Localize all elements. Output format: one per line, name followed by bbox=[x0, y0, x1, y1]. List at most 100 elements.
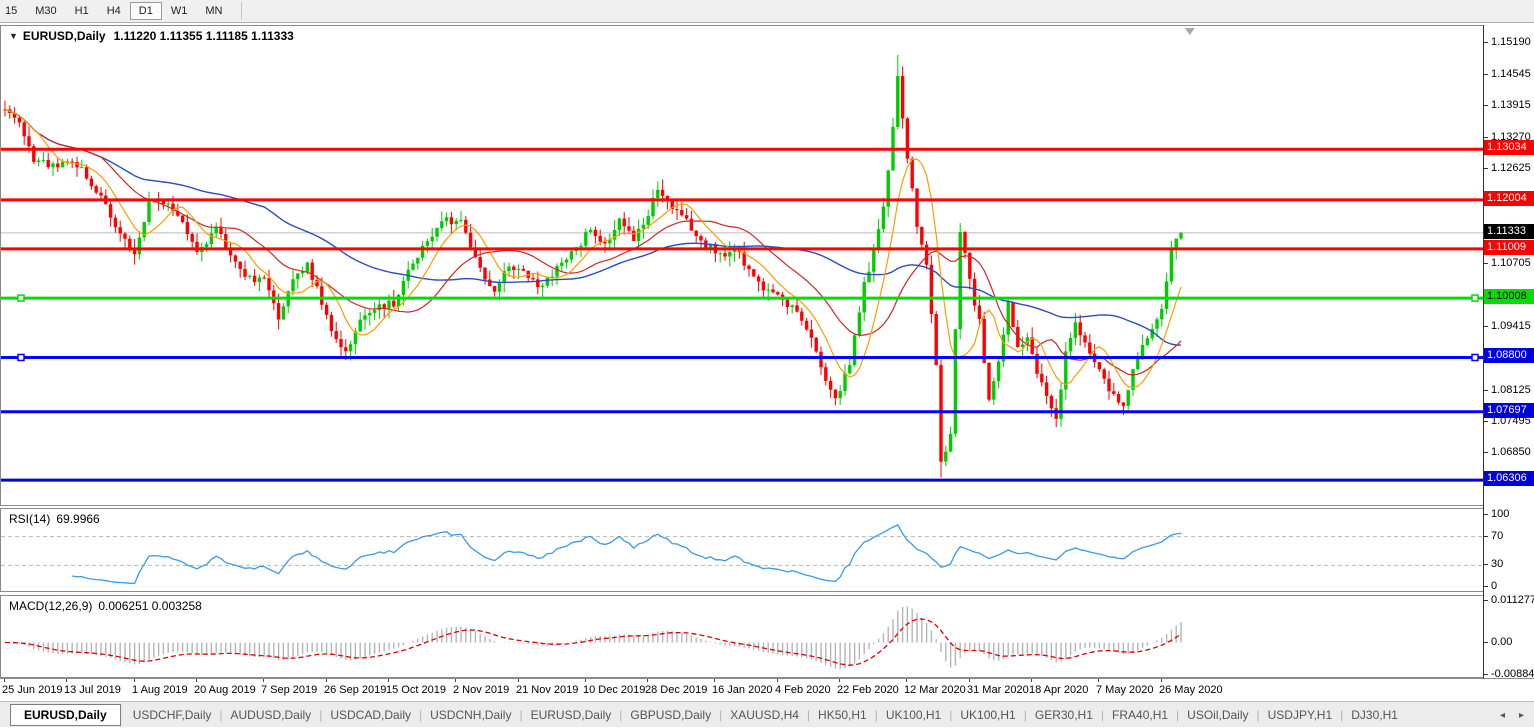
timeframe-button-15[interactable]: 15 bbox=[0, 2, 26, 20]
tab-scroll-left-icon[interactable]: ◂ bbox=[1500, 710, 1505, 721]
price-badge-1.07697: 1.07697 bbox=[1484, 403, 1534, 418]
date-label: 15 Oct 2019 bbox=[386, 684, 446, 696]
chart-title: ▼ EURUSD,Daily 1.11220 1.11355 1.11185 1.1… bbox=[9, 29, 294, 43]
chart-tab-usdjpy-14[interactable]: USDJPY,H1 bbox=[1260, 708, 1340, 722]
time-axis-tick-mark bbox=[647, 679, 648, 682]
chart-tab-usoil-13[interactable]: USOil,Daily bbox=[1179, 708, 1256, 722]
tab-scroll-arrows: ◂ ▸ bbox=[1500, 702, 1524, 728]
date-label: 1 Aug 2019 bbox=[132, 684, 188, 696]
chart-tab-fra40-12[interactable]: FRA40,H1 bbox=[1104, 708, 1176, 722]
time-axis-tick-mark bbox=[777, 679, 778, 682]
time-axis-tick-mark bbox=[134, 679, 135, 682]
chart-tab-eurusd-5[interactable]: EURUSD,Daily bbox=[523, 708, 620, 722]
timeframe-button-w1[interactable]: W1 bbox=[162, 2, 197, 20]
date-label: 26 May 2020 bbox=[1159, 684, 1223, 696]
horizontal-lines-layer[interactable] bbox=[1, 147, 1484, 482]
macd-axis-tick-mark bbox=[1484, 600, 1488, 601]
chart-tabs: EURUSD,Daily USDCHF,Daily | AUDUSD,Daily | US… bbox=[4, 703, 1406, 726]
chart-tab-uk100-10[interactable]: UK100,H1 bbox=[952, 708, 1023, 722]
date-label: 26 Sep 2019 bbox=[324, 684, 387, 696]
date-label: 25 Jun 2019 bbox=[2, 684, 63, 696]
chart-tab-eurusd-active[interactable]: EURUSD,Daily bbox=[10, 703, 121, 726]
timeframe-button-h1[interactable]: H1 bbox=[66, 2, 98, 20]
price-axis-tick-mark bbox=[1484, 105, 1488, 106]
date-label: 31 Mar 2020 bbox=[967, 684, 1029, 696]
price-axis-tick: 1.12625 bbox=[1491, 162, 1531, 174]
time-axis-tick-mark bbox=[714, 679, 715, 682]
macd-axis-tick-mark bbox=[1484, 642, 1488, 643]
price-axis-tick: 1.14545 bbox=[1491, 68, 1531, 80]
macd-indicator-pane[interactable]: MACD(12,26,9) 0.006251 0.003258 bbox=[0, 595, 1483, 678]
macd-svg bbox=[4, 606, 1182, 670]
date-label: 10 Dec 2019 bbox=[583, 684, 646, 696]
chart-tab-ger30-11[interactable]: GER30,H1 bbox=[1027, 708, 1101, 722]
rsi-axis-tick: 70 bbox=[1491, 530, 1504, 542]
tab-scroll-right-icon[interactable]: ▸ bbox=[1519, 710, 1524, 721]
price-axis-tick: 1.13915 bbox=[1491, 99, 1531, 111]
symbol-dropdown-icon[interactable]: ▼ bbox=[9, 31, 18, 41]
time-axis-tick-mark bbox=[4, 679, 5, 682]
rsi-axis-tick: 100 bbox=[1491, 508, 1510, 520]
chart-tab-usdcad-3[interactable]: USDCAD,Daily bbox=[322, 708, 419, 722]
macd-axis-tick-mark bbox=[1484, 674, 1488, 675]
rsi-indicator-pane[interactable]: RSI(14) 69.9966 bbox=[0, 508, 1484, 592]
time-axis-tick-mark bbox=[326, 679, 327, 682]
chart-tab-uk100-9[interactable]: UK100,H1 bbox=[878, 708, 949, 722]
toolbar-separator bbox=[241, 2, 243, 20]
chart-ohlc-values: 1.11220 1.11355 1.11185 1.11333 bbox=[113, 29, 294, 43]
chart-tab-dj30-15[interactable]: DJ30,H1 bbox=[1343, 708, 1406, 722]
time-axis-tick-mark bbox=[388, 679, 389, 682]
rsi-label: RSI(14) 69.9966 bbox=[9, 512, 100, 526]
date-label: 18 Apr 2020 bbox=[1029, 684, 1089, 696]
price-axis-tick-mark bbox=[1484, 168, 1488, 169]
chart-tab-usdchf-1[interactable]: USDCHF,Daily bbox=[125, 708, 220, 722]
price-axis-tick-mark bbox=[1484, 74, 1488, 75]
rsi-value: 69.9966 bbox=[56, 512, 100, 526]
date-label: 20 Aug 2019 bbox=[194, 684, 256, 696]
price-chart-svg bbox=[1, 28, 1484, 482]
price-axis-tick-mark bbox=[1484, 452, 1488, 453]
macd-histogram-layer bbox=[9, 606, 1182, 670]
price-axis-tick: 1.06850 bbox=[1491, 446, 1531, 458]
price-axis-tick-mark bbox=[1484, 263, 1488, 264]
macd-name: MACD(12,26,9) bbox=[9, 599, 93, 613]
rsi-axis-tick: 30 bbox=[1491, 558, 1504, 570]
current-price-badge: 1.11333 bbox=[1484, 224, 1534, 239]
rsi-name: RSI(14) bbox=[9, 512, 51, 526]
macd-axis-tick: 0.011277 bbox=[1491, 594, 1534, 606]
macd-signal-line-layer bbox=[4, 618, 1182, 666]
price-axis-tick: 1.10705 bbox=[1491, 257, 1531, 269]
price-badge-1.06306: 1.06306 bbox=[1484, 471, 1534, 486]
price-axis-tick-mark bbox=[1484, 421, 1488, 422]
rsi-axis-tick-mark bbox=[1484, 586, 1488, 587]
chart-tab-bar: EURUSD,Daily USDCHF,Daily | AUDUSD,Daily | US… bbox=[0, 701, 1534, 727]
chart-tab-audusd-2[interactable]: AUDUSD,Daily bbox=[223, 708, 320, 722]
chart-tab-xauusd-7[interactable]: XAUUSD,H4 bbox=[722, 708, 807, 722]
rsi-line-layer bbox=[72, 524, 1182, 585]
time-axis-tick-mark bbox=[1031, 679, 1032, 682]
date-label: 2 Nov 2019 bbox=[453, 684, 510, 696]
time-axis-tick-mark bbox=[839, 679, 840, 682]
rsi-axis-tick-mark bbox=[1484, 564, 1488, 565]
price-axis-tick-mark bbox=[1484, 390, 1488, 391]
date-label: 7 Sep 2019 bbox=[261, 684, 318, 696]
time-axis-tick-mark bbox=[518, 679, 519, 682]
timeframe-button-d1[interactable]: D1 bbox=[129, 2, 162, 20]
macd-axis-tick: 0.00 bbox=[1491, 636, 1513, 648]
timeframe-toolbar: 15 M30 H1 H4 D1 W1 MN bbox=[0, 0, 1534, 23]
price-axis-tick-mark bbox=[1484, 137, 1488, 138]
chart-tab-hk50-8[interactable]: HK50,H1 bbox=[810, 708, 875, 722]
chart-tab-usdcnh-4[interactable]: USDCNH,Daily bbox=[422, 708, 519, 722]
date-label: 13 Jul 2019 bbox=[64, 684, 121, 696]
timeframe-button-mn[interactable]: MN bbox=[196, 2, 231, 20]
rsi-svg bbox=[1, 524, 1484, 585]
price-axis-tick-mark bbox=[1484, 42, 1488, 43]
date-label: 28 Dec 2019 bbox=[645, 684, 708, 696]
chart-tab-gbpusd-6[interactable]: GBPUSD,Daily bbox=[622, 708, 719, 722]
time-axis-tick-mark bbox=[196, 679, 197, 682]
chart-symbol-label: EURUSD,Daily bbox=[22, 29, 106, 43]
timeframe-button-h4[interactable]: H4 bbox=[98, 2, 130, 20]
timeframe-button-m30[interactable]: M30 bbox=[26, 2, 65, 20]
time-axis-tick-mark bbox=[455, 679, 456, 682]
main-chart-pane[interactable]: ▼ EURUSD,Daily 1.11220 1.11355 1.11185 1.1… bbox=[0, 25, 1484, 506]
